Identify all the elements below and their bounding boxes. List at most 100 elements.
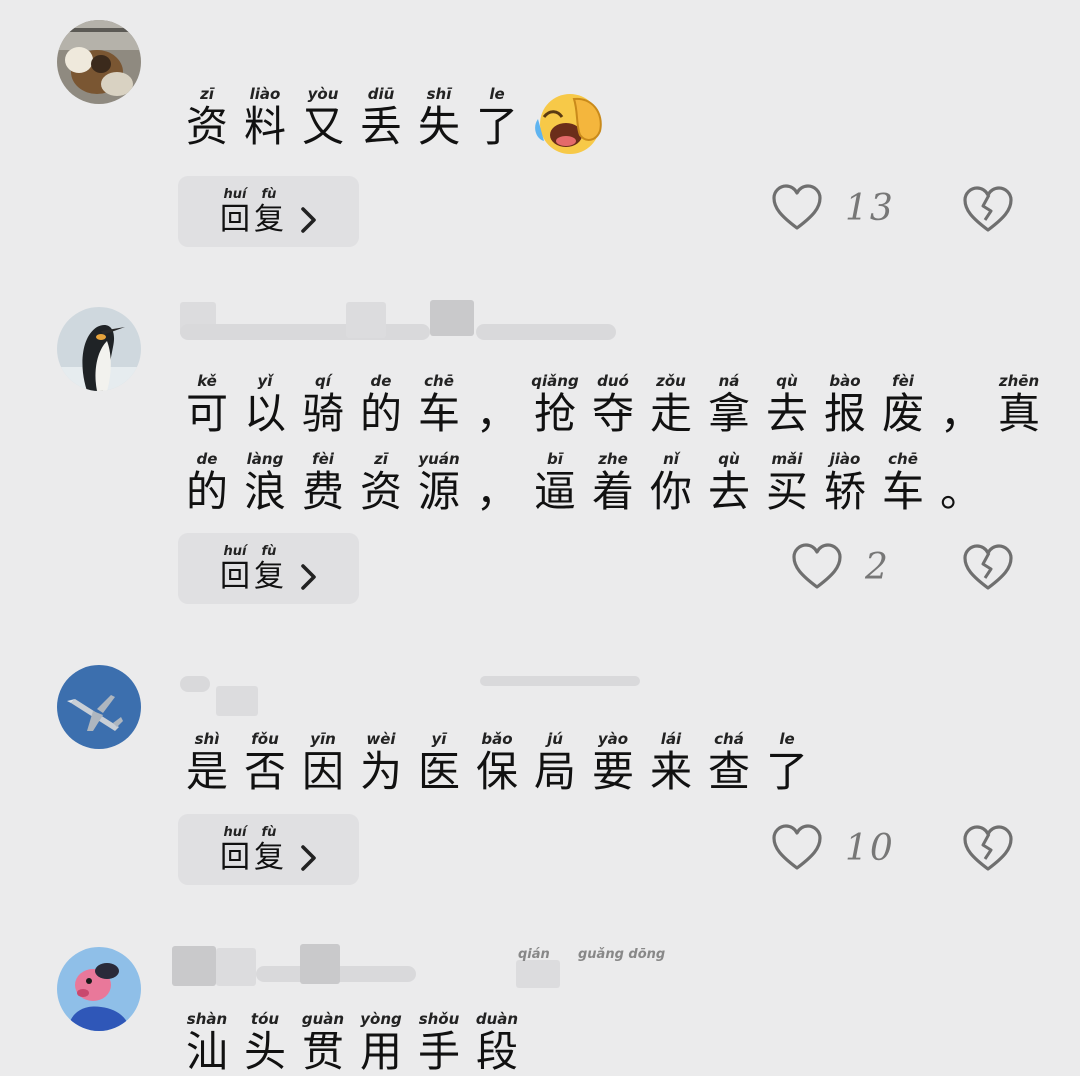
- pinyin: jú: [547, 730, 563, 748]
- heart-icon: [792, 543, 842, 589]
- heart-icon: [772, 824, 822, 870]
- ruby-char: shī 失: [412, 85, 466, 151]
- pinyin: le: [489, 85, 505, 103]
- pinyin: lái: [660, 730, 682, 748]
- hanzi: 去: [707, 467, 750, 516]
- pinyin: huí: [223, 186, 247, 202]
- hanzi: 手: [417, 1027, 460, 1076]
- like-button[interactable]: 10: [771, 824, 895, 872]
- hanzi: 回: [220, 839, 250, 875]
- hanzi: 因: [301, 747, 344, 796]
- ruby-char: fèi 费: [296, 450, 350, 516]
- ruby-char: chá 查: [702, 730, 756, 796]
- like-button[interactable]: 2: [791, 543, 890, 591]
- pinyin: guàn: [301, 1010, 345, 1028]
- pinyin: tóu: [250, 1010, 280, 1028]
- reply-label-char: fù 复: [252, 544, 286, 594]
- hanzi: 可: [185, 389, 228, 438]
- comment-text-line: de 的 làng 浪 fèi 费 zī 资 yuán 源， bī 逼 zhe 着 nǐ 你 qù 去 mǎi 买 ji…: [180, 450, 992, 516]
- like-count: 13: [845, 187, 895, 229]
- ruby-char: ，: [470, 372, 524, 438]
- pinyin: fù: [261, 824, 277, 840]
- hanzi: 买: [765, 467, 808, 516]
- hanzi: 汕: [185, 1027, 228, 1076]
- chevron-right-icon: [301, 563, 316, 590]
- comment-text-line: shì 是 fǒu 否 yīn 因 wèi 为 yī 医 bǎo 保 jú 局 yào 要 lái 来 chá 查 le…: [180, 730, 818, 796]
- hanzi: 源: [417, 467, 460, 516]
- hanzi: 是: [185, 747, 228, 796]
- hanzi: 你: [649, 467, 692, 516]
- ruby-char: fǒu 否: [238, 730, 292, 796]
- hanzi: 要: [591, 747, 634, 796]
- ruby-char: le 了: [760, 730, 814, 796]
- ruby-char: lái 来: [644, 730, 698, 796]
- ruby-char: yīn 因: [296, 730, 350, 796]
- ruby-char: zǒu 走: [644, 372, 698, 438]
- pinyin: bī: [547, 450, 563, 468]
- heart-icon: [772, 184, 822, 230]
- cartoon-dog-avatar: [57, 947, 141, 1031]
- pinyin: yòng: [360, 1010, 402, 1028]
- avatar[interactable]: [57, 307, 141, 391]
- hanzi: 局: [533, 747, 576, 796]
- chevron-right-icon: [301, 206, 316, 233]
- pinyin: chē: [888, 450, 918, 468]
- hanzi: 轿: [823, 467, 866, 516]
- hanzi: ，: [475, 389, 518, 438]
- reply-button[interactable]: huí 回 fù 复: [178, 176, 359, 247]
- ruby-char: bào 报: [818, 372, 872, 438]
- pinyin: qiǎng: [531, 372, 579, 390]
- pinyin: huí: [223, 543, 247, 559]
- hanzi: 又: [301, 102, 344, 151]
- ruby-char: làng 浪: [238, 450, 292, 516]
- comment-text-line: zī 资 liào 料 yòu 又 diū 丢 shī 失 le 了: [180, 85, 604, 154]
- reply-button[interactable]: huí 回 fù 复: [178, 533, 359, 604]
- ruby-char: wèi 为: [354, 730, 408, 796]
- ruby-char: jú 局: [528, 730, 582, 796]
- pinyin: qí: [315, 372, 331, 390]
- hanzi: 了: [765, 747, 808, 796]
- broken-heart-icon[interactable]: [961, 825, 1015, 873]
- hanzi: 用: [359, 1027, 402, 1076]
- pinyin: le: [779, 730, 795, 748]
- pinyin: fǒu: [251, 730, 279, 748]
- like-button[interactable]: 13: [771, 184, 895, 232]
- ruby-char: guàn 贯: [296, 1010, 350, 1076]
- pinyin: fù: [261, 543, 277, 559]
- pinyin: de: [196, 450, 218, 468]
- ruby-char: shì 是: [180, 730, 234, 796]
- hanzi: 真: [997, 389, 1040, 438]
- avatar[interactable]: [57, 665, 141, 749]
- hanzi: 资: [359, 467, 402, 516]
- hanzi: 否: [243, 747, 286, 796]
- broken-heart-icon[interactable]: [961, 186, 1015, 234]
- ruby-char: le 了: [470, 85, 524, 151]
- pinyin: zī: [374, 450, 388, 468]
- ruby-char: shàn 汕: [180, 1010, 234, 1076]
- hanzi: 车: [881, 467, 924, 516]
- pinyin: bào: [829, 372, 861, 390]
- hanzi: 着: [591, 467, 634, 516]
- broken-heart-icon[interactable]: [961, 544, 1015, 592]
- hanzi: 段: [475, 1027, 518, 1076]
- ruby-char: ，: [934, 372, 988, 438]
- avatar[interactable]: [57, 20, 141, 104]
- pinyin: zǒu: [656, 372, 686, 390]
- comment-text-line: kě 可 yǐ 以 qí 骑 de 的 chē 车， qiǎng 抢 duó 夺 zǒu 走 ná 拿 qù 去 bào…: [180, 372, 1050, 438]
- ruby-char: shǒu 手: [412, 1010, 466, 1076]
- pinyin: shàn: [186, 1010, 228, 1028]
- avatar[interactable]: [57, 947, 141, 1031]
- pinyin: chá: [714, 730, 744, 748]
- reply-button[interactable]: huí 回 fù 复: [178, 814, 359, 885]
- pinyin: mǎi: [771, 450, 803, 468]
- pinyin: fèi: [312, 450, 334, 468]
- ruby-char: zī 资: [354, 450, 408, 516]
- pinyin: yī: [431, 730, 447, 748]
- hanzi: 逼: [533, 467, 576, 516]
- pinyin: zhēn: [998, 372, 1040, 390]
- pinyin: fù: [261, 186, 277, 202]
- pinyin: duàn: [475, 1010, 519, 1028]
- pinyin: nǐ: [663, 450, 679, 468]
- hanzi: 为: [359, 747, 402, 796]
- ruby-char: bǎo 保: [470, 730, 524, 796]
